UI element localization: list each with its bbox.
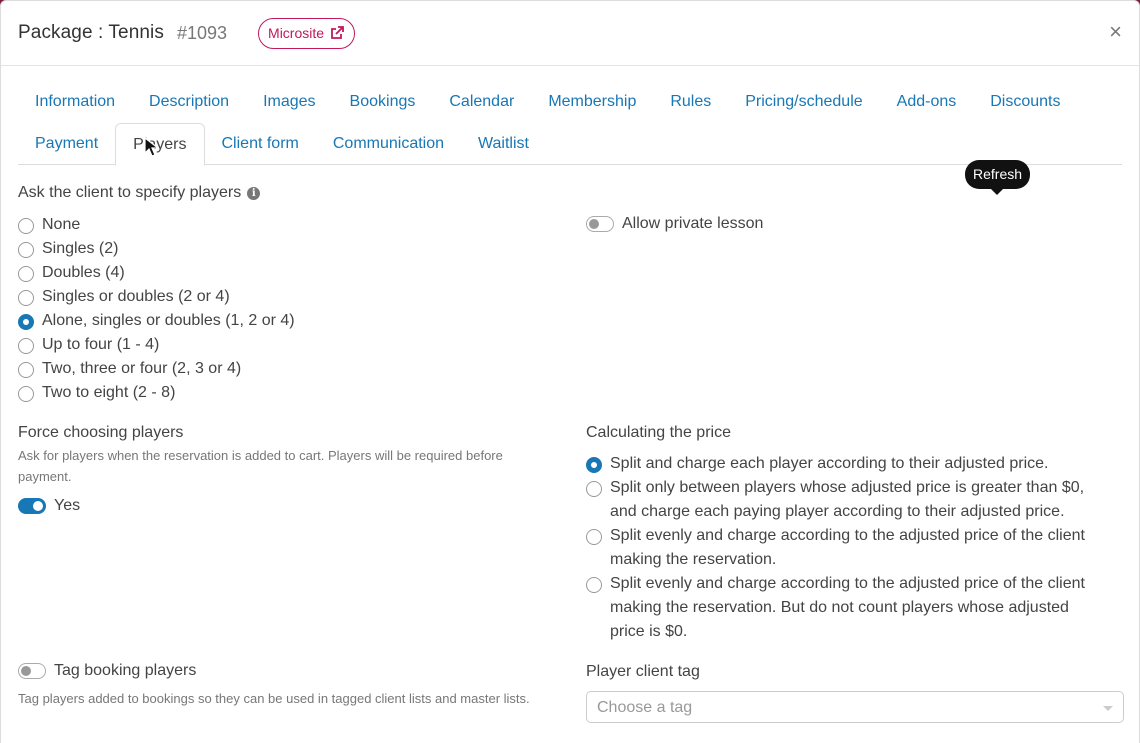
- players-option[interactable]: Two to eight (2 - 8): [18, 384, 175, 405]
- package-modal: Package : Tennis #1093 Microsite × Infor…: [0, 0, 1140, 743]
- players-label: Ask the client to specify players: [18, 184, 242, 201]
- force-choosing-help: Ask for players when the reservation is …: [18, 448, 503, 484]
- players-option[interactable]: Doubles (4): [18, 264, 125, 285]
- tab-pricing-schedule[interactable]: Pricing/schedule: [728, 81, 879, 123]
- tag-booking-players[interactable]: Tag booking players: [18, 662, 196, 680]
- microsite-button[interactable]: Microsite: [258, 17, 356, 49]
- players-option[interactable]: Alone, singles or doubles (1, 2 or 4): [18, 312, 295, 333]
- force-choosing-toggle-row[interactable]: Yes: [18, 497, 80, 515]
- external-link-icon: [331, 26, 344, 39]
- players-option-label: Up to four (1 - 4): [42, 336, 160, 353]
- radio-button[interactable]: [18, 242, 34, 258]
- tab-add-ons[interactable]: Add-ons: [880, 81, 974, 123]
- tab-information[interactable]: Information: [18, 81, 132, 123]
- tag-booking-help: Tag players added to bookings so they ca…: [18, 691, 530, 706]
- radio-button[interactable]: [18, 266, 34, 282]
- tag-booking-label: Tag booking players: [54, 662, 197, 679]
- radio-button[interactable]: [586, 577, 602, 593]
- players-option[interactable]: Up to four (1 - 4): [18, 336, 159, 357]
- force-choosing-label: Force choosing players: [18, 424, 184, 441]
- radio-button[interactable]: [18, 362, 34, 378]
- allow-private-lesson[interactable]: Allow private lesson: [586, 215, 763, 233]
- pricing-option[interactable]: Split and charge each player according t…: [586, 455, 1106, 476]
- private-lesson-toggle[interactable]: [586, 216, 614, 232]
- refresh-tooltip: Refresh: [965, 160, 1031, 195]
- players-option[interactable]: Singles or doubles (2 or 4): [18, 288, 230, 309]
- radio-button[interactable]: [586, 529, 602, 545]
- players-option-label: Two, three or four (2, 3 or 4): [42, 360, 242, 377]
- pricing-label: Calculating the price: [586, 424, 731, 441]
- force-choosing-toggle[interactable]: [18, 498, 46, 514]
- tag-select-placeholder: Choose a tag: [597, 699, 693, 716]
- players-option[interactable]: None: [18, 216, 80, 237]
- pricing-option[interactable]: Split evenly and charge according to the…: [586, 575, 1106, 644]
- package-id: #1093: [176, 22, 228, 43]
- players-option-label: Alone, singles or doubles (1, 2 or 4): [42, 312, 295, 329]
- tab-description[interactable]: Description: [132, 81, 246, 123]
- player-client-tag-label: Player client tag: [586, 663, 700, 680]
- force-choosing-yes: Yes: [54, 497, 81, 514]
- players-section-label: Ask the client to specify players i: [18, 184, 261, 202]
- pricing-option-label: Split only between players whose adjuste…: [610, 479, 1085, 520]
- radio-button[interactable]: [18, 290, 34, 306]
- pricing-option-label: Split evenly and charge according to the…: [610, 527, 1085, 568]
- modal-header: Package : Tennis #1093 Microsite ×: [1, 1, 1139, 66]
- pricing-option-label: Split evenly and charge according to the…: [610, 575, 1085, 640]
- tab-communication[interactable]: Communication: [316, 123, 461, 165]
- players-option[interactable]: Two, three or four (2, 3 or 4): [18, 360, 241, 381]
- radio-button[interactable]: [18, 386, 34, 402]
- tab-bookings[interactable]: Bookings: [333, 81, 433, 123]
- players-option-label: Singles or doubles (2 or 4): [42, 288, 230, 305]
- close-icon[interactable]: ×: [1109, 21, 1122, 43]
- players-option-label: Two to eight (2 - 8): [42, 384, 176, 401]
- tab-calendar[interactable]: Calendar: [432, 81, 531, 123]
- player-client-tag-select[interactable]: Choose a tag: [586, 691, 1124, 723]
- tab-bar: Information Description Images Bookings Cale…: [18, 81, 1122, 166]
- mouse-pointer-icon: [144, 137, 160, 157]
- tag-booking-toggle[interactable]: [18, 663, 46, 679]
- players-option-label: Singles (2): [42, 240, 119, 257]
- tab-client-form[interactable]: Client form: [205, 123, 316, 165]
- radio-button[interactable]: [18, 314, 34, 330]
- tab-images[interactable]: Images: [246, 81, 332, 123]
- pricing-option[interactable]: Split only between players whose adjuste…: [586, 479, 1106, 524]
- tab-discounts[interactable]: Discounts: [973, 81, 1077, 123]
- info-icon[interactable]: i: [247, 187, 261, 200]
- radio-button[interactable]: [18, 218, 34, 234]
- players-option[interactable]: Singles (2): [18, 240, 118, 261]
- tab-waitlist[interactable]: Waitlist: [461, 123, 546, 165]
- private-lesson-label: Allow private lesson: [622, 215, 764, 232]
- pricing-option[interactable]: Split evenly and charge according to the…: [586, 527, 1106, 572]
- modal-title: Package : Tennis: [18, 22, 164, 43]
- microsite-label: Microsite: [268, 25, 325, 41]
- pricing-option-label: Split and charge each player according t…: [610, 455, 1049, 472]
- players-option-label: None: [42, 216, 81, 233]
- chevron-down-icon: [1103, 706, 1113, 711]
- radio-button[interactable]: [18, 338, 34, 354]
- radio-button[interactable]: [586, 457, 602, 473]
- radio-button[interactable]: [586, 481, 602, 497]
- tab-row-1: Information Description Images Bookings Cale…: [18, 81, 1122, 123]
- tab-rules[interactable]: Rules: [653, 81, 728, 123]
- tab-membership[interactable]: Membership: [531, 81, 653, 123]
- tab-payment[interactable]: Payment: [18, 123, 115, 165]
- players-option-label: Doubles (4): [42, 264, 125, 281]
- tab-row-2: Payment Players Client form Communication Wa…: [18, 123, 1122, 166]
